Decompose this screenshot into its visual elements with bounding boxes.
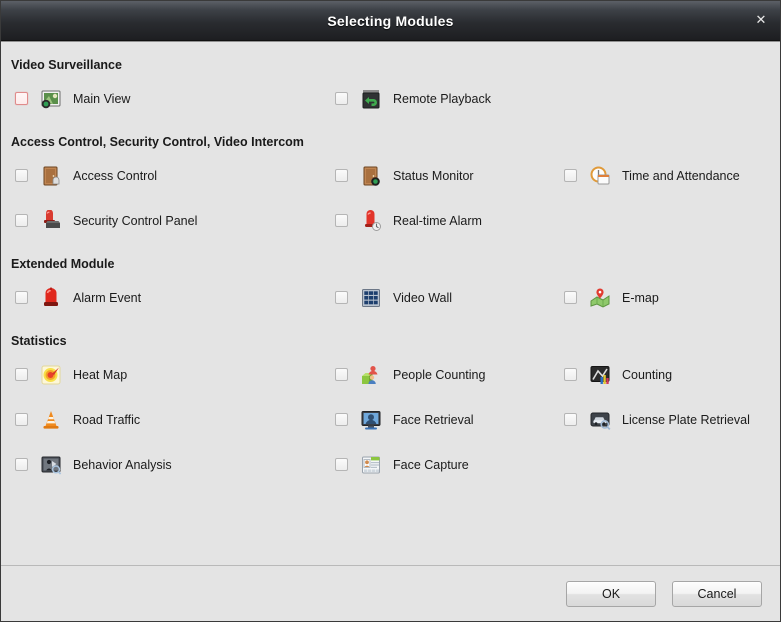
module-section: Access Control, Security Control, Video … (1, 121, 780, 243)
module-item[interactable]: Counting (564, 352, 672, 397)
face-retrieval-icon (360, 409, 382, 431)
video-wall-icon (360, 287, 382, 309)
module-item[interactable]: Remote Playback (335, 76, 491, 121)
module-checkbox[interactable] (15, 214, 28, 227)
module-checkbox[interactable] (15, 169, 28, 182)
module-checkbox[interactable] (15, 413, 28, 426)
module-item[interactable]: Status Monitor (335, 153, 474, 198)
module-section: Video Surveillance Main View Remote Playba… (1, 42, 780, 121)
time-attendance-icon (589, 165, 611, 187)
module-label: Main View (73, 91, 131, 106)
module-item[interactable]: Face Retrieval (335, 397, 474, 442)
module-checkbox[interactable] (335, 169, 348, 182)
section-title: Video Surveillance (11, 58, 122, 72)
module-label: Road Traffic (73, 412, 141, 427)
alarm-event-icon (40, 287, 62, 309)
access-control-icon (40, 165, 62, 187)
module-checkbox[interactable] (564, 368, 577, 381)
ok-button[interactable]: OK (566, 580, 656, 607)
module-item[interactable]: Road Traffic (15, 397, 140, 442)
module-checkbox[interactable] (335, 92, 348, 105)
module-label: E-map (622, 290, 659, 305)
module-item[interactable]: E-map (564, 275, 659, 320)
module-label: Security Control Panel (73, 213, 198, 228)
module-row: Main View Remote Playback (1, 76, 780, 121)
module-label: Status Monitor (393, 168, 474, 183)
people-counting-icon (360, 364, 382, 386)
module-checkbox[interactable] (15, 368, 28, 381)
module-item[interactable]: License Plate Retrieval (564, 397, 750, 442)
module-item[interactable]: Time and Attendance (564, 153, 740, 198)
module-item[interactable]: Behavior Analysis (15, 442, 172, 487)
module-item[interactable]: Video Wall (335, 275, 452, 320)
module-label: Face Capture (393, 457, 469, 472)
selecting-modules-dialog: Selecting Modules ✕ Video Surveillance Ma… (0, 0, 781, 622)
module-item[interactable]: Real-time Alarm (335, 198, 482, 243)
module-checkbox[interactable] (564, 413, 577, 426)
real-time-alarm-icon (360, 209, 382, 232)
main-view-icon (40, 88, 62, 110)
close-icon[interactable]: ✕ (751, 11, 771, 31)
module-checkbox[interactable] (335, 214, 348, 227)
security-control-panel-icon (40, 209, 62, 232)
dialog-content: Video Surveillance Main View Remote Playba… (1, 41, 780, 565)
module-row: Road Traffic Face Retrieval License Plate … (1, 397, 780, 442)
heat-map-icon (40, 364, 62, 386)
behavior-analysis-icon (40, 454, 62, 476)
module-item[interactable]: Access Control (15, 153, 157, 198)
module-label: People Counting (393, 367, 486, 382)
module-checkbox[interactable] (15, 92, 28, 105)
module-label: Access Control (73, 168, 158, 183)
section-title: Statistics (11, 334, 67, 348)
module-row: Alarm Event Video Wall E-map (1, 275, 780, 320)
module-item[interactable]: Heat Map (15, 352, 127, 397)
module-label: Time and Attendance (622, 168, 740, 183)
module-row: Access Control Status Monitor Time and Att… (1, 153, 780, 198)
emap-icon (589, 287, 611, 309)
module-item[interactable]: Face Capture (335, 442, 469, 487)
module-checkbox[interactable] (335, 291, 348, 304)
module-label: Behavior Analysis (73, 457, 172, 472)
module-label: Counting (622, 367, 673, 382)
counting-icon (589, 364, 611, 386)
module-checkbox[interactable] (335, 458, 348, 471)
module-item[interactable]: Main View (15, 76, 130, 121)
module-checkbox[interactable] (564, 169, 577, 182)
module-label: Remote Playback (393, 91, 491, 106)
dialog-title: Selecting Modules (327, 12, 454, 29)
module-checkbox[interactable] (564, 291, 577, 304)
module-checkbox[interactable] (335, 368, 348, 381)
face-capture-icon (360, 454, 382, 476)
module-row: Security Control Panel Real-time Alarm (1, 198, 780, 243)
status-monitor-icon (360, 165, 382, 187)
module-checkbox[interactable] (335, 413, 348, 426)
module-label: Face Retrieval (393, 412, 474, 427)
module-label: Video Wall (393, 290, 453, 305)
module-item[interactable]: People Counting (335, 352, 485, 397)
license-plate-retrieval-icon (589, 409, 611, 431)
module-section: Statistics Heat Map People Counting Countin… (1, 320, 780, 487)
dialog-titlebar: Selecting Modules ✕ (1, 1, 780, 41)
module-label: License Plate Retrieval (622, 412, 750, 427)
module-row: Heat Map People Counting Counting (1, 352, 780, 397)
cancel-button[interactable]: Cancel (672, 580, 762, 607)
section-title: Extended Module (11, 257, 115, 271)
module-checkbox[interactable] (15, 458, 28, 471)
dialog-footer: OK Cancel (1, 565, 780, 621)
module-row: Behavior Analysis Face Capture (1, 442, 780, 487)
module-item[interactable]: Alarm Event (15, 275, 141, 320)
road-traffic-icon (40, 409, 62, 431)
module-label: Real-time Alarm (393, 213, 482, 228)
module-item[interactable]: Security Control Panel (15, 198, 197, 243)
module-label: Alarm Event (73, 290, 142, 305)
module-section: Extended Module Alarm Event Video Wall E-ma… (1, 243, 780, 320)
section-title: Access Control, Security Control, Video … (11, 135, 304, 149)
module-checkbox[interactable] (15, 291, 28, 304)
module-label: Heat Map (73, 367, 128, 382)
remote-playback-icon (360, 88, 382, 110)
